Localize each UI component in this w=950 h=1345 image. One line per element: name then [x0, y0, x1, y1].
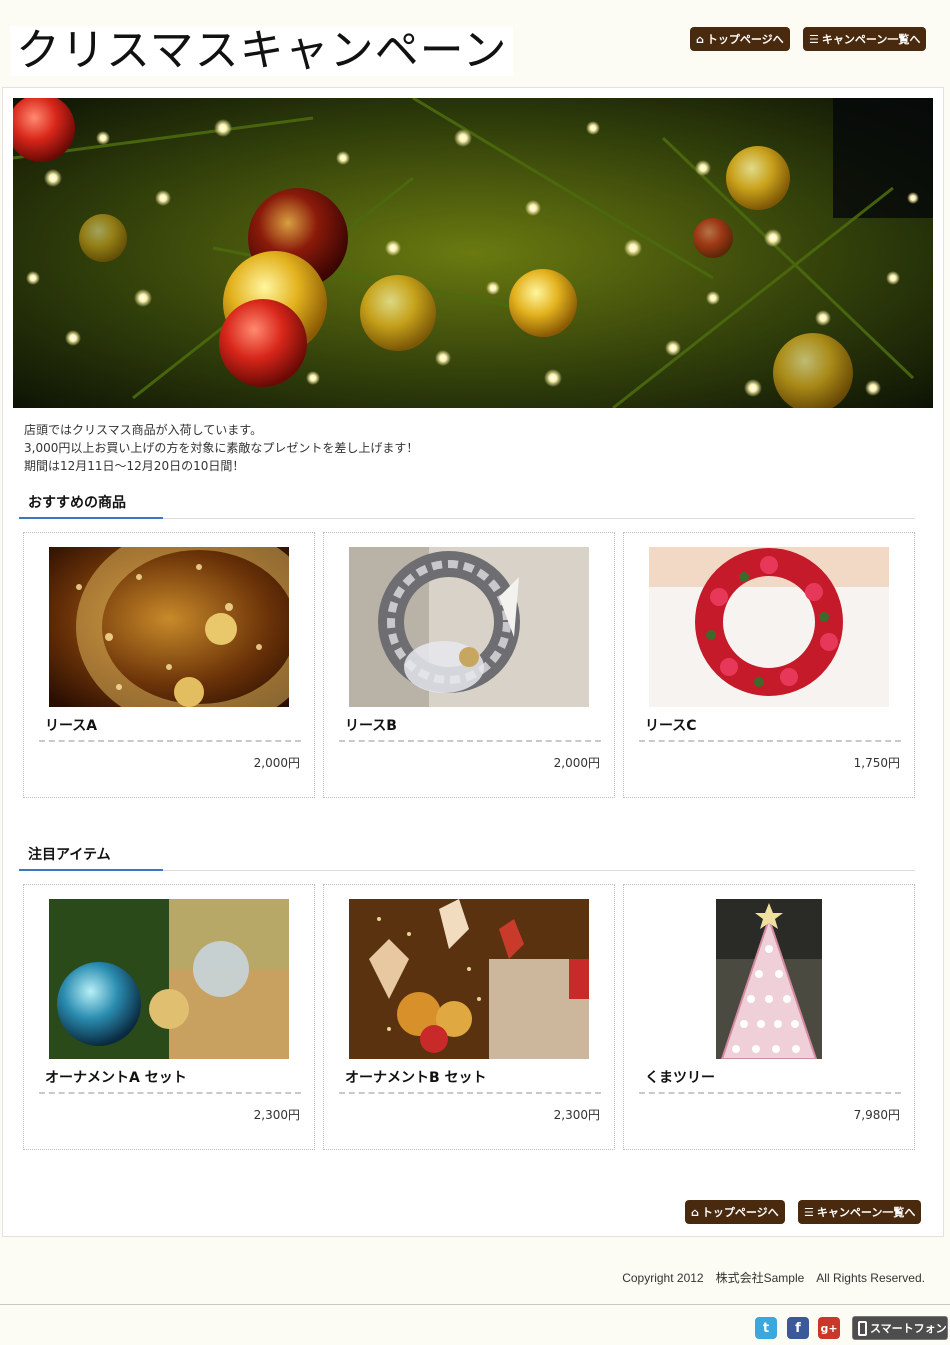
- divider: [39, 1092, 301, 1094]
- campaign-intro: 店頭ではクリスマス商品が入荷しています。 3,000円以上お買い上げの方を対象に…: [24, 421, 418, 475]
- product-name[interactable]: リースB: [345, 715, 397, 735]
- bottom-campaign-list-button[interactable]: ☰ キャンペーン一覧へ: [798, 1200, 922, 1224]
- divider: [339, 740, 601, 742]
- product-price: 1,750円: [853, 756, 900, 770]
- facebook-icon[interactable]: f: [787, 1317, 809, 1339]
- intro-line-1: 店頭ではクリスマス商品が入荷しています。: [24, 423, 263, 437]
- product-photo-wreath-b[interactable]: [349, 547, 589, 707]
- list-icon: ☰: [804, 1205, 814, 1219]
- smartphone-view-button[interactable]: スマートフォン: [852, 1316, 948, 1340]
- product-card-bear-tree[interactable]: くまツリー 7,980円: [623, 884, 915, 1150]
- product-name[interactable]: リースA: [45, 715, 97, 735]
- section-heading-featured-label: 注目アイテム: [19, 841, 163, 871]
- product-price: 2,000円: [553, 756, 600, 770]
- product-card-wreath-b[interactable]: リースB 2,000円: [323, 532, 615, 798]
- site-title: クリスマスキャンペーン: [10, 26, 514, 76]
- top-page-button-label: トップページへ: [706, 33, 784, 46]
- product-price: 7,980円: [853, 1108, 900, 1122]
- section-heading-recommended: おすすめの商品: [19, 489, 915, 519]
- product-card-wreath-c[interactable]: リースC 1,750円: [623, 532, 915, 798]
- product-price: 2,000円: [253, 756, 300, 770]
- product-photo-wreath-a[interactable]: [49, 547, 289, 707]
- product-card-ornament-b[interactable]: オーナメントB セット 2,300円: [323, 884, 615, 1150]
- product-name[interactable]: オーナメントA セット: [45, 1067, 187, 1087]
- product-card-wreath-a[interactable]: リースA 2,000円: [23, 532, 315, 798]
- copyright-text: Copyright 2012 株式会社Sample All Rights Res…: [622, 1271, 925, 1285]
- product-photo-wreath-c[interactable]: [649, 547, 889, 707]
- top-page-button[interactable]: ⌂ トップページへ: [690, 27, 790, 51]
- intro-line-3: 期間は12月11日～12月20日の10日間！: [24, 459, 245, 473]
- divider: [639, 1092, 901, 1094]
- section-heading-featured: 注目アイテム: [19, 841, 915, 871]
- product-card-ornament-a[interactable]: オーナメントA セット 2,300円: [23, 884, 315, 1150]
- bottom-top-page-button[interactable]: ⌂ トップページへ: [685, 1200, 785, 1224]
- smartphone-icon: [858, 1320, 867, 1336]
- campaign-list-button[interactable]: ☰ キャンペーン一覧へ: [803, 27, 927, 51]
- divider: [39, 740, 301, 742]
- product-photo-ornament-b[interactable]: [349, 899, 589, 1059]
- hero-christmas-tree-image: [13, 98, 933, 408]
- product-photo-bear-tree[interactable]: [716, 899, 822, 1059]
- divider: [339, 1092, 601, 1094]
- divider: [639, 740, 901, 742]
- twitter-icon[interactable]: t: [755, 1317, 777, 1339]
- page-header: クリスマスキャンペーン ⌂ トップページへ ☰ キャンペーン一覧へ: [0, 0, 950, 88]
- product-name[interactable]: オーナメントB セット: [345, 1067, 487, 1087]
- product-price: 2,300円: [553, 1108, 600, 1122]
- campaign-list-button-label: キャンペーン一覧へ: [821, 33, 921, 46]
- list-icon: ☰: [809, 32, 819, 46]
- home-icon: ⌂: [696, 32, 704, 46]
- product-name[interactable]: リースC: [645, 715, 697, 735]
- bottom-campaign-list-button-label: キャンペーン一覧へ: [816, 1206, 916, 1219]
- smartphone-view-button-label: スマートフォン: [870, 1322, 947, 1335]
- product-price: 2,300円: [253, 1108, 300, 1122]
- product-name[interactable]: くまツリー: [645, 1067, 715, 1087]
- footer-divider: [0, 1304, 950, 1305]
- google-plus-icon[interactable]: g+: [818, 1317, 840, 1339]
- product-photo-ornament-a[interactable]: [49, 899, 289, 1059]
- bottom-top-page-button-label: トップページへ: [701, 1206, 779, 1219]
- intro-line-2: 3,000円以上お買い上げの方を対象に素敵なプレゼントを差し上げます！: [24, 441, 419, 455]
- section-heading-recommended-label: おすすめの商品: [19, 489, 163, 519]
- main-content: 店頭ではクリスマス商品が入荷しています。 3,000円以上お買い上げの方を対象に…: [2, 87, 944, 1237]
- home-icon: ⌂: [691, 1205, 699, 1219]
